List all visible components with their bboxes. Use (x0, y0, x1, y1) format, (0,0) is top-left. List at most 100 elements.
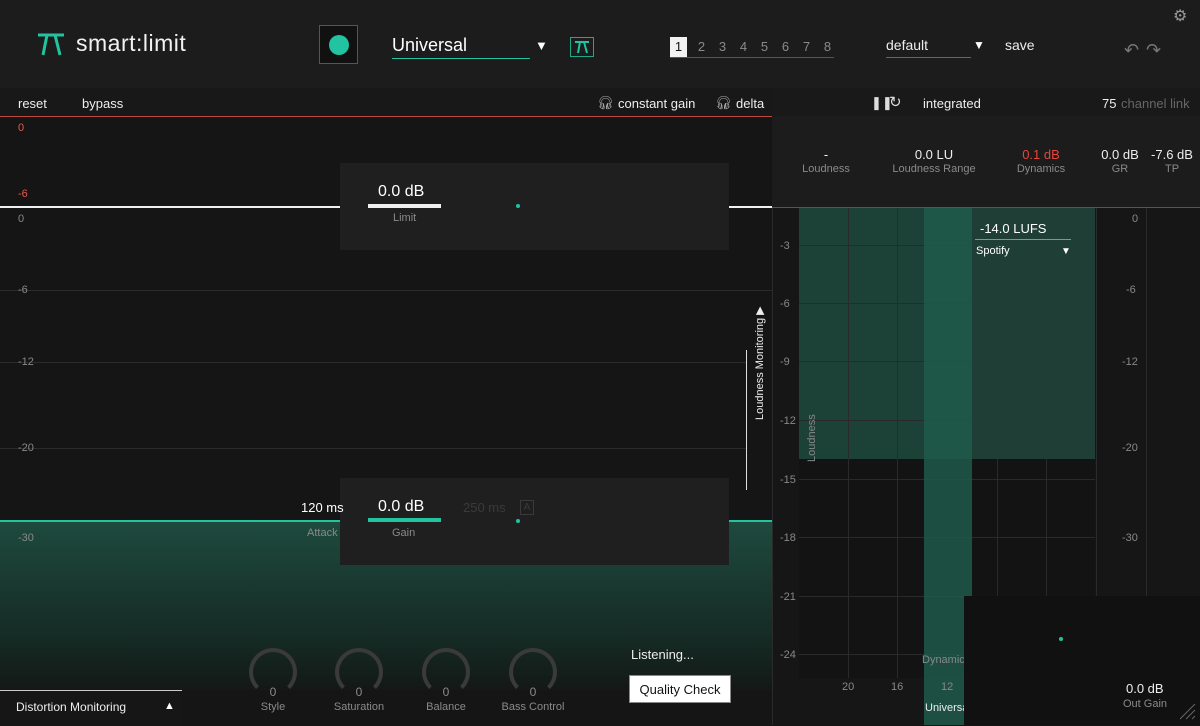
slot-2[interactable]: 2 (691, 37, 712, 57)
out-gain-label: Out Gain (1123, 698, 1168, 710)
preset-slots: 1 2 3 4 5 6 7 8 (670, 37, 838, 57)
gain-slider[interactable] (368, 518, 441, 522)
slot-8[interactable]: 8 (817, 37, 838, 57)
loudness-range-label: Loudness Range (892, 163, 976, 175)
limit-label: Limit (393, 212, 417, 224)
slot-7[interactable]: 7 (796, 37, 817, 57)
loudness-scale-label: -15 (780, 474, 796, 486)
target-underline (975, 239, 1071, 240)
slot-3[interactable]: 3 (712, 37, 733, 57)
attack-label: Attack (307, 527, 338, 539)
dynamics-scale-label: 20 (842, 681, 855, 693)
logo-icon (38, 33, 64, 56)
loudness-position-dot (1059, 637, 1063, 641)
delta-button[interactable]: delta (736, 96, 764, 111)
slot-6[interactable]: 6 (775, 37, 796, 57)
constant-gain-button[interactable]: constant gain (618, 96, 695, 111)
gr-value: 0.0 dB (1101, 147, 1139, 162)
limit-slider[interactable] (368, 204, 441, 208)
saturation-value: 0 (355, 685, 363, 699)
scale-label: -6 (18, 188, 28, 200)
profile-dropdown-icon[interactable]: ▼ (535, 38, 548, 53)
limit-value[interactable]: 0.0 dB (378, 183, 424, 201)
headphones-icon: 🎧︎ (597, 95, 614, 110)
scale-label: 0 (18, 213, 25, 225)
meter-scale-label: -20 (1122, 442, 1138, 454)
gain-label: Gain (392, 527, 416, 539)
listening-status: Listening... (631, 647, 694, 662)
dynamics-scale-label: 16 (891, 681, 904, 693)
scale-label: -20 (18, 442, 34, 454)
reset-icon[interactable]: ↻ (889, 93, 902, 111)
attack-value[interactable]: 120 ms (301, 500, 344, 515)
reference-button[interactable] (570, 37, 594, 57)
target-loudness-value[interactable]: -14.0 LUFS (980, 221, 1046, 236)
reset-button[interactable]: reset (18, 96, 47, 111)
resize-handle-icon[interactable] (1176, 700, 1196, 720)
slot-1[interactable]: 1 (670, 37, 687, 57)
meter-scale-label: -30 (1122, 532, 1138, 544)
headphones-icon: 🎧︎ (715, 95, 732, 110)
redo-icon[interactable]: ↷ (1146, 40, 1161, 61)
saturation-label: Saturation (333, 701, 385, 713)
scale-label: -12 (18, 356, 34, 368)
out-gain-value[interactable]: 0.0 dB (1126, 681, 1164, 696)
record-button[interactable] (319, 25, 358, 64)
preset-select[interactable]: default (886, 37, 928, 53)
loudness-scale-label: -12 (780, 415, 796, 427)
quality-check-button[interactable]: Quality Check (629, 675, 731, 703)
gr-label: GR (1111, 163, 1129, 175)
gear-icon[interactable]: ⚙ (1173, 6, 1187, 26)
slot-5[interactable]: 5 (754, 37, 775, 57)
tp-value: -7.6 dB (1151, 147, 1193, 162)
preset-underline (886, 57, 971, 58)
balance-value: 0 (442, 685, 450, 699)
gain-value[interactable]: 0.0 dB (378, 498, 424, 516)
meter-scale-label: 0 (1132, 213, 1139, 225)
distortion-monitoring-label: Distortion Monitoring (16, 700, 127, 714)
loudness-scale-label: -21 (780, 591, 796, 603)
slot-4[interactable]: 4 (733, 37, 754, 57)
dynamics-scale-label: 12 (941, 681, 954, 693)
grid-line (848, 208, 849, 678)
save-button[interactable]: save (1005, 37, 1035, 53)
loudness-scale-label: -9 (780, 356, 790, 368)
reference-icon (575, 41, 589, 54)
profile-select[interactable]: Universal (392, 35, 467, 56)
grid-line (897, 208, 898, 678)
tp-label: TP (1164, 163, 1180, 175)
loudness-meter-label: Loudness (802, 163, 850, 175)
release-value[interactable]: 250 ms (463, 500, 506, 515)
loudness-scale-label: -24 (780, 649, 796, 661)
channel-link-value[interactable]: 75 (1102, 96, 1116, 111)
meter-scale-label: -12 (1122, 356, 1138, 368)
grid-line (0, 290, 772, 291)
profile-underline (392, 58, 530, 59)
bypass-button[interactable]: bypass (82, 96, 123, 111)
bass-control-value: 0 (529, 685, 537, 699)
profile-marker-label: Universa (925, 702, 969, 714)
app-title: smart:limit (76, 30, 187, 56)
target-platform-select[interactable]: Spotify (976, 245, 1010, 257)
loudness-scale-label: -18 (780, 532, 796, 544)
scale-label: -6 (18, 284, 28, 296)
undo-icon[interactable]: ↶ (1124, 40, 1139, 61)
scale-label: -30 (18, 532, 34, 544)
scale-label: 0 (18, 122, 25, 134)
style-label: Style (260, 701, 286, 713)
integration-mode[interactable]: integrated (923, 96, 981, 111)
loudness-meter-value: - (823, 147, 829, 162)
style-value: 0 (269, 685, 277, 699)
gain-handle[interactable] (516, 519, 520, 523)
platform-dropdown-icon[interactable]: ▼ (1061, 246, 1071, 257)
channel-link-label: channel link (1121, 96, 1190, 111)
expand-up-icon[interactable]: ▲ (164, 700, 175, 712)
loudness-scale-label: -6 (780, 298, 790, 310)
dynamics-label: Dynamics (1016, 163, 1066, 175)
grid-line (0, 362, 772, 363)
limit-handle[interactable] (516, 204, 520, 208)
preset-dropdown-icon[interactable]: ▼ (973, 38, 985, 52)
release-auto-badge[interactable]: A (520, 500, 534, 515)
meter-scale-label: -6 (1126, 284, 1136, 296)
loudness-range-value: 0.0 LU (914, 147, 954, 162)
